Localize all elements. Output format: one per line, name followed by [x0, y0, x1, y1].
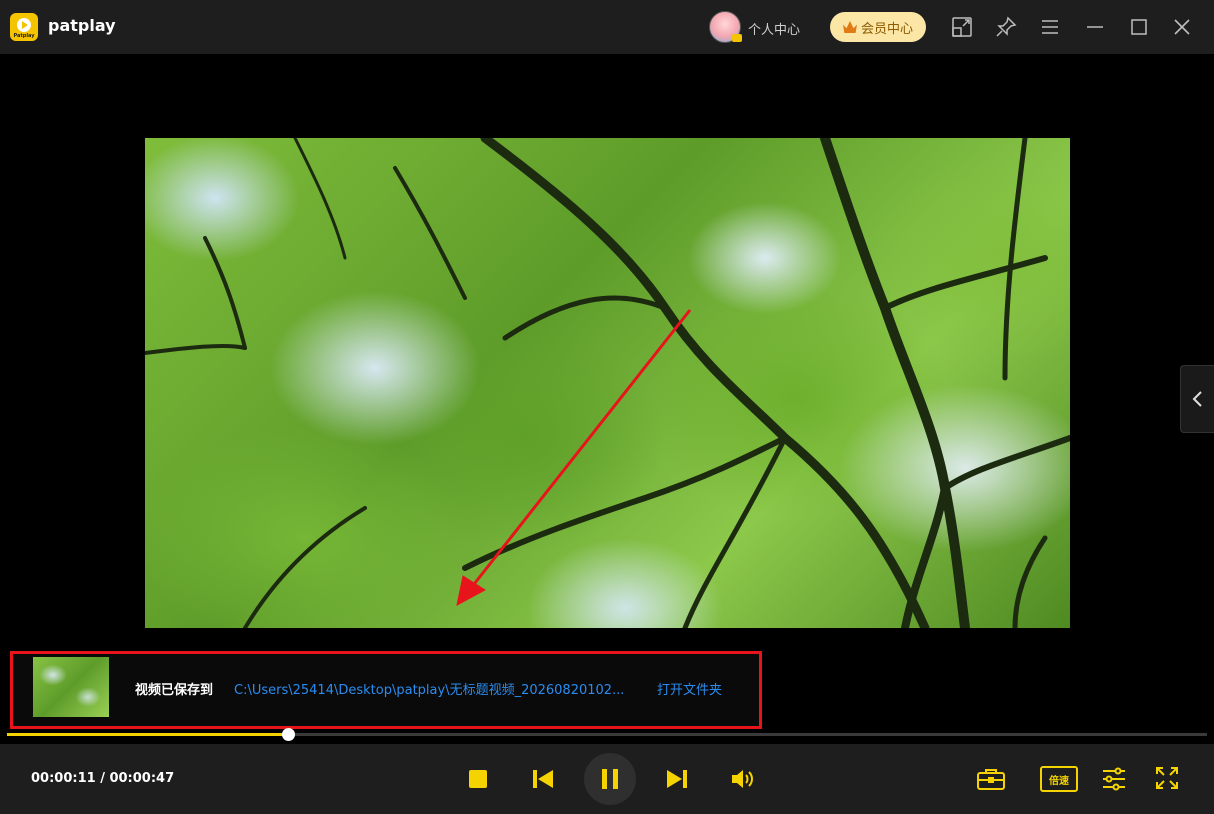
crown-icon	[842, 21, 857, 33]
progress-handle[interactable]	[281, 728, 295, 741]
toolbox-icon	[977, 769, 1005, 790]
next-button[interactable]	[665, 767, 689, 791]
maximize-icon[interactable]	[1127, 15, 1151, 39]
fullscreen-icon	[1156, 767, 1178, 789]
progress-fill	[7, 733, 288, 736]
settings-sliders-icon	[1103, 767, 1125, 791]
previous-button[interactable]	[531, 767, 555, 791]
stop-button[interactable]	[466, 767, 490, 791]
pause-button[interactable]	[584, 753, 636, 805]
fullscreen-button[interactable]	[1154, 765, 1180, 791]
skip-previous-icon	[533, 770, 553, 788]
stop-icon	[469, 770, 487, 788]
video-content	[145, 138, 1070, 628]
app-title: patplay	[48, 16, 116, 35]
saved-label: 视频已保存到	[135, 683, 214, 698]
chevron-left-icon	[1192, 391, 1202, 407]
time-display: 00:00:11 / 00:00:47	[31, 771, 175, 786]
control-bar: 00:00:11 / 00:00:47 倍速	[0, 744, 1214, 814]
vip-center-button[interactable]: 会员中心	[830, 12, 926, 42]
video-frame[interactable]	[145, 138, 1070, 628]
hamburger-menu-icon[interactable]	[1038, 15, 1062, 39]
skip-next-icon	[667, 770, 687, 788]
progress-bar[interactable]	[7, 728, 1207, 741]
saved-notification: 视频已保存到 C:\Users\25414\Desktop\patplay\无标…	[10, 651, 762, 729]
pin-icon[interactable]	[994, 15, 1018, 39]
volume-button[interactable]	[729, 767, 755, 791]
personal-center-link[interactable]: 个人中心	[748, 19, 800, 38]
speed-button[interactable]: 倍速	[1040, 766, 1078, 792]
video-thumbnail	[33, 657, 109, 717]
equalizer-button[interactable]	[1100, 765, 1128, 793]
user-avatar[interactable]	[709, 11, 742, 43]
saved-path-link[interactable]: C:\Users\25414\Desktop\patplay\无标题视频_202…	[234, 679, 624, 698]
vip-center-label: 会员中心	[860, 21, 913, 37]
annotation-arrow	[456, 309, 692, 606]
minimize-icon[interactable]	[1083, 15, 1107, 39]
volume-icon	[732, 770, 753, 788]
patplay-logo-icon: Patplay	[10, 13, 38, 41]
side-panel-toggle[interactable]	[1180, 365, 1214, 433]
logo-text: Patplay	[13, 32, 35, 39]
patplay-window: Patplay patplay 个人中心 会员中心 视频已保存到 C:\User…	[0, 0, 1214, 814]
toolbox-button[interactable]	[975, 765, 1007, 793]
mini-mode-icon[interactable]	[950, 15, 974, 39]
title-bar: Patplay patplay 个人中心 会员中心	[0, 0, 1214, 54]
close-icon[interactable]	[1170, 15, 1194, 39]
pause-icon	[602, 769, 618, 789]
open-folder-link[interactable]: 打开文件夹	[657, 679, 722, 698]
